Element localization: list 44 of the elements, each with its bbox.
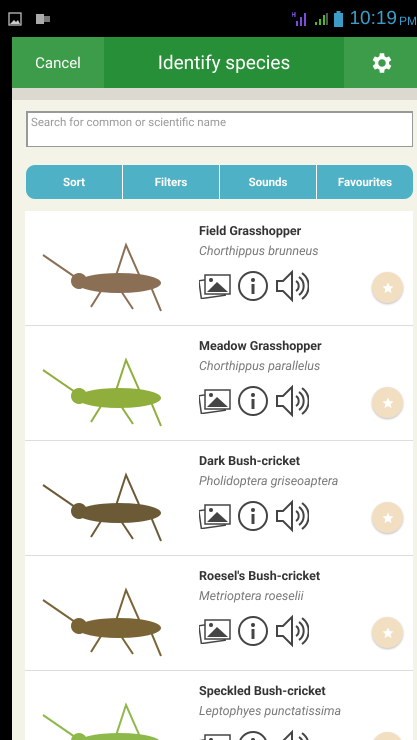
settings-button[interactable] [344, 37, 417, 88]
species-name: Field Grasshopper [199, 224, 302, 239]
scientific-name: Metrioptera roeselii [199, 589, 305, 604]
scientific-name: Leptophyes punctatissima [199, 704, 342, 719]
species-card[interactable]: Dark Bush-cricket Pholidoptera griseoaptera [25, 441, 413, 555]
star-icon [382, 396, 394, 408]
gallery-icon[interactable] [199, 388, 231, 414]
picture-icon [8, 12, 22, 26]
species-card[interactable]: Speckled Bush-cricket Leptophyes punctatissima [25, 671, 413, 740]
info-icon[interactable] [237, 385, 269, 417]
scientific-name: Chorthippus brunneus [199, 244, 318, 259]
species-card[interactable]: Roesel's Bush-cricket Metrioptera roeselii [25, 556, 413, 670]
species-name: Meadow Grasshopper [199, 339, 322, 354]
species-card[interactable]: Field Grasshopper Chorthippus brunneus [25, 211, 413, 325]
gallery-icon[interactable] [199, 273, 231, 299]
star-icon [382, 626, 394, 638]
scientific-name: Pholidoptera griseoaptera [199, 474, 338, 489]
star-icon [382, 512, 394, 524]
species-name: Roesel's Bush-cricket [199, 569, 320, 584]
screen-title: Identify species [104, 37, 344, 88]
favourite-star-button[interactable] [372, 272, 403, 303]
speaker-icon[interactable] [275, 384, 309, 418]
star-icon [382, 282, 394, 294]
favourite-star-button[interactable] [372, 387, 403, 418]
signal-icon [314, 12, 328, 26]
speaker-icon[interactable] [275, 614, 309, 648]
search-field[interactable]: Search for common or scientific name [26, 111, 413, 147]
favourite-star-button[interactable] [372, 617, 403, 648]
mobile-signal-icon [292, 10, 308, 26]
favourite-star-button[interactable] [372, 502, 403, 533]
speaker-icon[interactable] [275, 269, 309, 303]
info-icon[interactable] [237, 615, 269, 647]
battery-icon [334, 10, 344, 26]
gallery-icon[interactable] [199, 618, 231, 644]
speaker-icon[interactable] [275, 499, 309, 533]
info-icon[interactable] [237, 270, 269, 302]
scientific-name: Chorthippus parallelus [199, 359, 322, 374]
info-icon[interactable] [237, 500, 269, 532]
clock-period: PM [399, 14, 417, 28]
species-card[interactable]: Meadow Grasshopper Chorthippus parallelus [25, 326, 413, 440]
species-name: Speckled Bush-cricket [199, 684, 327, 699]
species-name: Dark Bush-cricket [199, 454, 301, 469]
gallery-icon[interactable] [199, 503, 231, 529]
clock-time: 10:19 [349, 8, 397, 30]
